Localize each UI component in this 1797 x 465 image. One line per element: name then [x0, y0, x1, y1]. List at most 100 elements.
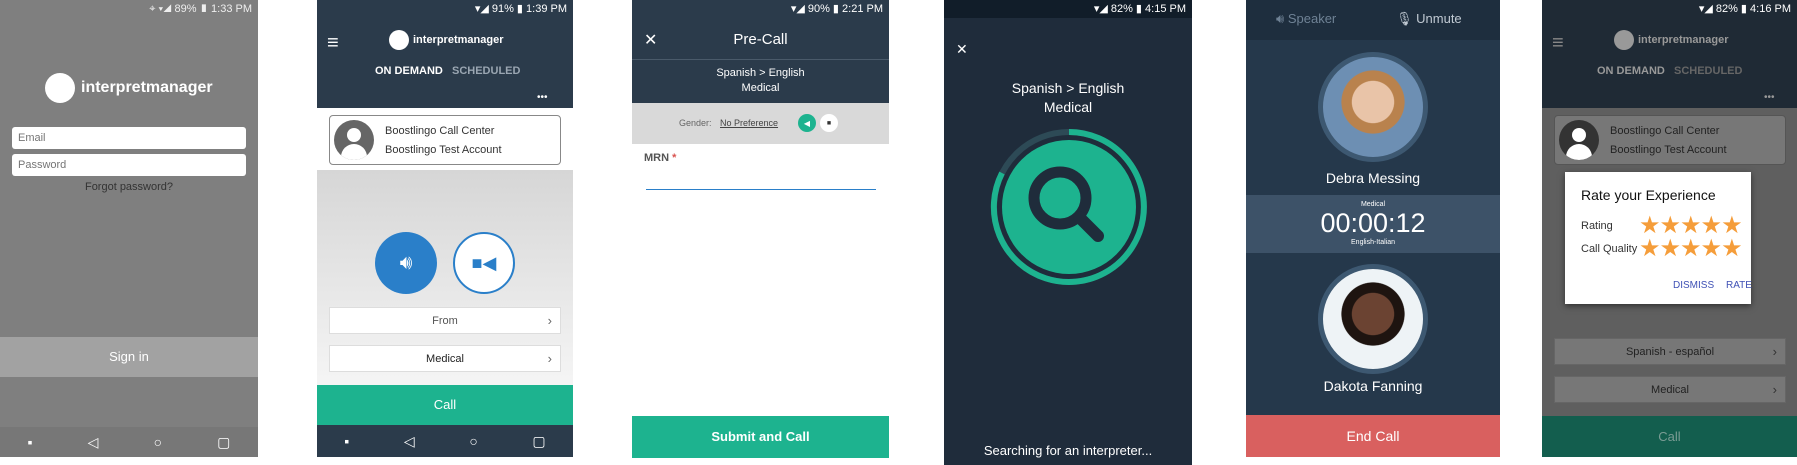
video-call-button[interactable]: ■◀ — [453, 232, 515, 294]
speaker-icon: 🔊︎ — [399, 251, 413, 274]
from-language-select[interactable]: From › — [329, 307, 561, 334]
video-mode-icon[interactable]: ■ — [820, 114, 838, 132]
nav-home-icon[interactable]: ○ — [154, 434, 162, 450]
specialty-label: Medical — [741, 82, 780, 94]
brand-name: interpretmanager — [81, 79, 213, 96]
account-subname: Boostlingo Test Account — [1610, 144, 1727, 156]
pre-call-header: ▾◢ 90% ▮ 2:21 PM ✕ Pre-Call Spanish > En… — [632, 0, 889, 103]
call-quality-label: Call Quality — [1581, 243, 1638, 255]
specialty-select[interactable]: Medical › — [329, 345, 561, 372]
status-bar: ⌖ ▾◢ 89% ▮ 1:33 PM — [149, 3, 252, 15]
language-select[interactable]: Spanish - español › — [1554, 338, 1786, 365]
end-call-button[interactable]: End Call — [1246, 415, 1500, 457]
tab-scheduled[interactable]: SCHEDULED — [1674, 65, 1742, 77]
mrn-label-text: MRN — [644, 152, 670, 164]
avatar-icon — [334, 120, 374, 160]
nav-menu-icon[interactable]: ▪ — [344, 433, 349, 449]
nav-home-icon[interactable]: ○ — [469, 433, 477, 449]
brand-name: interpretmanager — [1638, 34, 1729, 46]
email-field[interactable] — [12, 127, 246, 149]
audio-mode-icon[interactable]: ◀︎ — [798, 114, 816, 132]
app-logo: interpretmanager — [389, 30, 503, 50]
call-quality-stars[interactable]: ★★★★★ — [1639, 237, 1743, 261]
call-button[interactable]: Call — [317, 385, 573, 425]
mrn-label: MRN * — [644, 152, 676, 164]
password-field[interactable] — [12, 154, 246, 176]
call-controls-bar: 🔊︎ Speaker 🎙︎ Unmute — [1246, 0, 1500, 40]
dialog-title: Rate your Experience — [1581, 187, 1716, 203]
language-label: Spanish - español — [1625, 346, 1715, 358]
hamburger-menu-icon[interactable]: ≡ — [327, 32, 339, 55]
unmute-toggle[interactable]: 🎙︎ Unmute — [1396, 11, 1462, 27]
rate-experience-dialog: Rate your Experience Rating ★★★★★ Call Q… — [1565, 172, 1752, 304]
close-icon[interactable]: ✕ — [956, 41, 968, 58]
logo-icon — [389, 30, 409, 50]
status-bar: ▾◢ 82% ▮ 4:16 PM — [1698, 3, 1791, 15]
pre-call-screen: ▾◢ 90% ▮ 2:21 PM ✕ Pre-Call Spanish > En… — [632, 0, 889, 458]
nav-recents-icon[interactable]: ▢ — [532, 433, 545, 450]
timer-specialty: Medical — [1360, 201, 1386, 208]
logo-icon — [45, 73, 75, 103]
nav-recents-icon[interactable]: ▢ — [217, 434, 230, 451]
tab-scheduled[interactable]: SCHEDULED — [452, 65, 520, 77]
chevron-right-icon: › — [547, 313, 552, 328]
search-spinner — [990, 129, 1147, 285]
rating-screen: ▾◢ 82% ▮ 4:16 PM ≡ interpretmanager ON D… — [1542, 0, 1797, 457]
avatar-icon — [1559, 120, 1599, 160]
account-name: Boostlingo Call Center — [385, 125, 495, 137]
status-bar: ▾◢ 82% ▮ 4:15 PM — [944, 0, 1192, 18]
searching-status: Searching for an interpreter... — [983, 443, 1153, 458]
specialty-select[interactable]: Medical › — [1554, 376, 1786, 403]
sign-in-button[interactable]: Sign in — [0, 337, 258, 377]
language-pair: Spanish > English — [1011, 80, 1125, 96]
required-marker: * — [672, 152, 677, 164]
forgot-password-link[interactable]: Forgot password? — [0, 181, 258, 193]
account-card[interactable]: Boostlingo Call Center Boostlingo Test A… — [329, 115, 561, 165]
dismiss-button[interactable]: DISMISS — [1673, 280, 1714, 291]
more-options-icon[interactable]: ••• — [537, 92, 548, 103]
gender-label: Gender: — [679, 118, 712, 128]
android-nav-bar: ▪ ◁ ○ ▢ — [317, 425, 573, 457]
microphone-muted-icon: 🎙︎ — [1396, 11, 1413, 26]
status-bar: ▾◢ 90% ▮ 2:21 PM — [790, 3, 883, 15]
gender-bar: Gender: No Preference ◀︎ ■ — [632, 103, 889, 144]
language-pair: Spanish > English — [716, 67, 805, 79]
app-header: ▾◢ 82% ▮ 4:16 PM ≡ interpretmanager ON D… — [1542, 0, 1797, 108]
account-name: Boostlingo Call Center — [1610, 125, 1720, 137]
tab-on-demand[interactable]: ON DEMAND — [1597, 65, 1665, 77]
android-nav-bar: ▪ ◁ ○ ▢ — [0, 427, 258, 457]
chevron-right-icon: › — [1772, 382, 1777, 397]
audio-call-button[interactable]: 🔊︎ — [375, 232, 437, 294]
call-timer-panel: Medical 00:00:12 English-Italian — [1246, 195, 1500, 253]
divider — [632, 59, 889, 60]
speaker-icon: 🔊︎ — [1276, 11, 1285, 26]
submit-and-call-button[interactable]: Submit and Call — [632, 416, 889, 458]
nav-back-icon[interactable]: ◁ — [404, 433, 415, 450]
searching-screen: ▾◢ 82% ▮ 4:15 PM ✕ Spanish > English Med… — [944, 0, 1192, 465]
video-camera-icon: ■◀ — [471, 252, 497, 273]
hamburger-menu-icon[interactable]: ≡ — [1552, 32, 1564, 55]
login-screen: ⌖ ▾◢ 89% ▮ 1:33 PM interpretmanager Forg… — [0, 0, 258, 457]
brand-name: interpretmanager — [413, 34, 504, 46]
interpreter-name: Dakota Fanning — [1323, 378, 1423, 394]
nav-menu-icon[interactable]: ▪ — [28, 434, 33, 450]
specialty-label: Medical — [1043, 99, 1093, 115]
gender-select[interactable]: No Preference — [720, 118, 778, 128]
unmute-label: Unmute — [1416, 11, 1462, 26]
account-subname: Boostlingo Test Account — [385, 144, 502, 156]
rating-label: Rating — [1581, 220, 1613, 232]
call-setup-screen: ▾◢ 91% ▮ 1:39 PM ≡ interpretmanager ON D… — [317, 0, 573, 457]
account-card[interactable]: Boostlingo Call Center Boostlingo Test A… — [1554, 115, 1786, 165]
nav-back-icon[interactable]: ◁ — [88, 434, 99, 451]
chevron-right-icon: › — [547, 351, 552, 366]
rate-button[interactable]: RATE — [1726, 280, 1752, 291]
call-button[interactable]: Call — [1542, 416, 1797, 457]
mrn-input[interactable] — [646, 174, 876, 190]
in-call-screen: 🔊︎ Speaker 🎙︎ Unmute Debra Messing Medic… — [1246, 0, 1500, 457]
more-options-icon[interactable]: ••• — [1764, 92, 1775, 103]
specialty-label: Medical — [1651, 384, 1689, 396]
speaker-toggle[interactable]: 🔊︎ Speaker — [1276, 11, 1336, 27]
caller-name: Debra Messing — [1325, 170, 1421, 186]
tab-on-demand[interactable]: ON DEMAND — [375, 65, 443, 77]
logo-icon — [1614, 30, 1634, 50]
